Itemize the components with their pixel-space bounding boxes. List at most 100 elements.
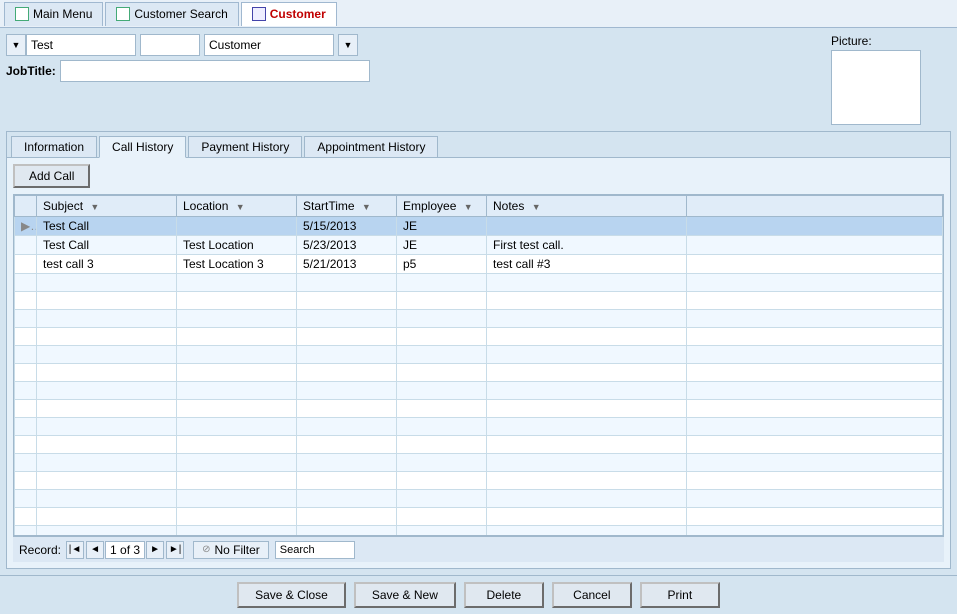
col-header-extra — [687, 196, 943, 217]
middle-name-input[interactable] — [140, 34, 200, 56]
col-header-subject[interactable]: Subject ▼ — [37, 196, 177, 217]
first-name-input[interactable] — [26, 34, 136, 56]
empty-row — [15, 346, 943, 364]
col-header-check — [15, 196, 37, 217]
delete-button[interactable]: Delete — [464, 582, 544, 608]
table-row[interactable]: test call 3 Test Location 3 5/21/2013 p5… — [15, 255, 943, 274]
customer-search-icon — [116, 7, 130, 21]
nav-first-button[interactable]: |◄ — [66, 541, 84, 559]
main-menu-icon — [15, 7, 29, 21]
notes-sort-icon: ▼ — [532, 202, 541, 212]
save-new-button[interactable]: Save & New — [354, 582, 456, 608]
cell-subject: Test Call — [37, 236, 177, 255]
tab-customer-search[interactable]: Customer Search — [105, 2, 238, 26]
tab-content-call-history: Add Call Subject ▼ Location — [7, 158, 950, 568]
table-row[interactable]: ▶ Test Call 5/15/2013 JE — [15, 217, 943, 236]
cell-location — [177, 217, 297, 236]
empty-row — [15, 292, 943, 310]
table-row[interactable]: Test Call Test Location 5/23/2013 JE Fir… — [15, 236, 943, 255]
empty-row — [15, 436, 943, 454]
nav-last-button[interactable]: ►| — [166, 541, 184, 559]
form-top: ▼ ▼ JobTitle: Picture: — [6, 34, 951, 125]
col-header-notes[interactable]: Notes ▼ — [487, 196, 687, 217]
row-indicator — [15, 255, 37, 274]
suffix-dropdown[interactable]: ▼ — [338, 34, 358, 56]
empty-row — [15, 400, 943, 418]
nav-count: 1 of 3 — [105, 541, 145, 559]
call-history-table-wrapper: Subject ▼ Location ▼ StartTime ▼ — [13, 194, 944, 536]
cell-employee: JE — [397, 236, 487, 255]
cell-subject: Test Call — [37, 217, 177, 236]
cell-notes: First test call. — [487, 236, 687, 255]
prefix-dropdown[interactable]: ▼ — [6, 34, 26, 56]
empty-row — [15, 382, 943, 400]
add-call-button[interactable]: Add Call — [13, 164, 90, 188]
jobtitle-row: JobTitle: — [6, 60, 821, 82]
no-filter-label: No Filter — [214, 543, 259, 557]
empty-row — [15, 526, 943, 537]
tab-information[interactable]: Information — [11, 136, 97, 157]
tab-call-history[interactable]: Call History — [99, 136, 186, 158]
navigator-bar: Record: |◄ ◄ 1 of 3 ► ►| ⊘ No Filter — [13, 536, 944, 562]
col-header-location[interactable]: Location ▼ — [177, 196, 297, 217]
cell-employee: p5 — [397, 255, 487, 274]
cancel-button[interactable]: Cancel — [552, 582, 632, 608]
picture-box — [831, 50, 921, 125]
location-sort-icon: ▼ — [236, 202, 245, 212]
main-area: ▼ ▼ JobTitle: Picture: Information — [0, 28, 957, 575]
search-input[interactable] — [275, 541, 355, 559]
empty-row — [15, 418, 943, 436]
cell-extra — [687, 217, 943, 236]
tab-customer-label: Customer — [270, 7, 326, 21]
no-filter-button[interactable]: ⊘ No Filter — [193, 541, 269, 559]
row-indicator: ▶ — [15, 217, 37, 236]
cell-notes: test call #3 — [487, 255, 687, 274]
form-fields: ▼ ▼ JobTitle: — [6, 34, 821, 86]
employee-sort-icon: ▼ — [464, 202, 473, 212]
record-label: Record: — [19, 543, 61, 557]
tab-customer[interactable]: Customer — [241, 2, 337, 26]
cell-location: Test Location — [177, 236, 297, 255]
save-close-button[interactable]: Save & Close — [237, 582, 346, 608]
print-button[interactable]: Print — [640, 582, 720, 608]
name-row: ▼ ▼ — [6, 34, 821, 56]
cell-extra — [687, 255, 943, 274]
cell-extra — [687, 236, 943, 255]
tab-main-menu-label: Main Menu — [33, 7, 92, 21]
empty-row — [15, 490, 943, 508]
empty-row — [15, 454, 943, 472]
tab-appointment-history[interactable]: Appointment History — [304, 136, 438, 157]
last-name-input[interactable] — [204, 34, 334, 56]
nav-prev-button[interactable]: ◄ — [86, 541, 104, 559]
empty-row — [15, 472, 943, 490]
filter-icon: ⊘ — [202, 544, 210, 555]
empty-row — [15, 508, 943, 526]
tab-customer-search-label: Customer Search — [134, 7, 227, 21]
row-indicator — [15, 236, 37, 255]
col-header-employee[interactable]: Employee ▼ — [397, 196, 487, 217]
cell-starttime: 5/15/2013 — [297, 217, 397, 236]
starttime-sort-icon: ▼ — [362, 202, 371, 212]
bottom-bar: Save & Close Save & New Delete Cancel Pr… — [0, 575, 957, 614]
content-box: Information Call History Payment History… — [6, 131, 951, 569]
cell-notes — [487, 217, 687, 236]
picture-label: Picture: — [831, 34, 872, 48]
empty-row — [15, 274, 943, 292]
empty-row — [15, 364, 943, 382]
tab-main-menu[interactable]: Main Menu — [4, 2, 103, 26]
subject-sort-icon: ▼ — [90, 202, 99, 212]
picture-area: Picture: — [831, 34, 951, 125]
jobtitle-label: JobTitle: — [6, 64, 56, 78]
call-history-table: Subject ▼ Location ▼ StartTime ▼ — [14, 195, 943, 536]
jobtitle-input[interactable] — [60, 60, 370, 82]
empty-row — [15, 310, 943, 328]
col-header-starttime[interactable]: StartTime ▼ — [297, 196, 397, 217]
cell-employee: JE — [397, 217, 487, 236]
title-bar: Main Menu Customer Search Customer — [0, 0, 957, 28]
cell-starttime: 5/21/2013 — [297, 255, 397, 274]
customer-icon — [252, 7, 266, 21]
cell-starttime: 5/23/2013 — [297, 236, 397, 255]
inner-tabs: Information Call History Payment History… — [7, 132, 950, 158]
tab-payment-history[interactable]: Payment History — [188, 136, 302, 157]
nav-next-button[interactable]: ► — [146, 541, 164, 559]
